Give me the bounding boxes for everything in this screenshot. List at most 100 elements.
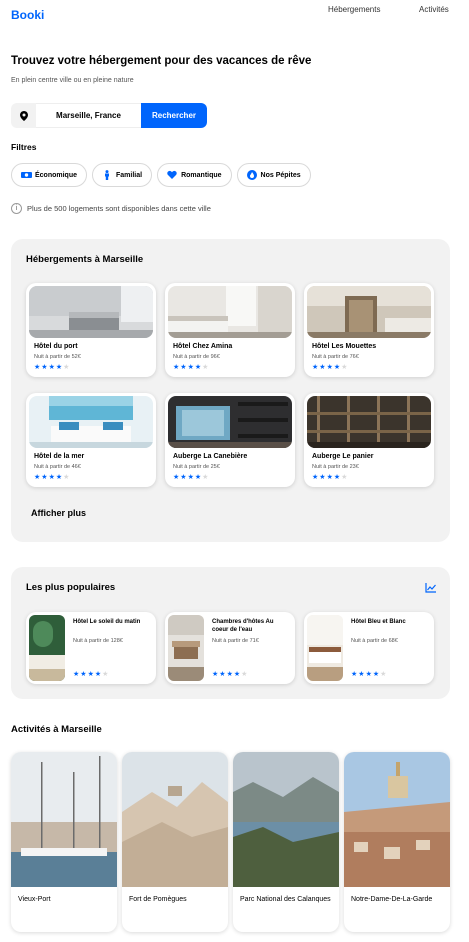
hebergement-price: Nuit à partir de 46€ xyxy=(34,464,81,470)
hebergement-name: Hôtel du port xyxy=(34,343,78,350)
logo[interactable]: Booki xyxy=(11,8,44,22)
hebergement-name: Hôtel de la mer xyxy=(34,453,85,460)
star-filled-icon: ★ xyxy=(326,364,333,371)
search-input[interactable]: Marseille, France xyxy=(36,103,141,128)
popular-photo xyxy=(307,615,343,681)
hebergements-section: Hébergements à Marseille Hôtel du port N… xyxy=(11,239,450,542)
star-filled-icon: ★ xyxy=(194,474,202,481)
trend-chart-icon xyxy=(425,583,436,593)
star-filled-icon: ★ xyxy=(180,474,187,481)
star-empty-icon: ★ xyxy=(202,474,209,481)
hebergement-photo xyxy=(29,396,153,448)
search-bar: Marseille, France Rechercher xyxy=(11,103,207,128)
hebergement-photo xyxy=(168,286,292,338)
popular-price: Nuit à partir de 68€ xyxy=(351,638,398,644)
star-filled-icon: ★ xyxy=(212,671,219,678)
availability-text: Plus de 500 logements sont disponibles d… xyxy=(27,204,211,213)
child-icon xyxy=(102,170,112,180)
filter-chip-familial[interactable]: Familial xyxy=(92,163,153,187)
activites-title: Activités à Marseille xyxy=(11,724,102,735)
filter-chip-label: Économique xyxy=(35,171,78,179)
activity-photo xyxy=(233,752,339,887)
hebergement-price: Nuit à partir de 25€ xyxy=(173,464,220,470)
star-empty-icon: ★ xyxy=(102,671,109,678)
activity-card[interactable]: Vieux-Port xyxy=(11,752,117,932)
star-empty-icon: ★ xyxy=(241,671,248,678)
filter-chip-pepites[interactable]: Nos Pépites xyxy=(236,163,311,187)
star-empty-icon: ★ xyxy=(63,364,70,371)
star-filled-icon: ★ xyxy=(34,364,41,371)
filter-chip-label: Nos Pépites xyxy=(260,171,301,179)
star-empty-icon: ★ xyxy=(341,474,348,481)
star-filled-icon: ★ xyxy=(48,364,55,371)
activity-card[interactable]: Notre-Dame-De-La-Garde xyxy=(344,752,450,932)
hebergement-name: Auberge Le panier xyxy=(312,453,374,460)
activity-name: Vieux-Port xyxy=(18,896,51,903)
activity-name: Fort de Pomègues xyxy=(129,896,187,903)
star-filled-icon: ★ xyxy=(55,364,63,371)
activity-card[interactable]: Fort de Pomègues xyxy=(122,752,228,932)
filter-chip-economique[interactable]: Économique xyxy=(11,163,88,187)
filter-chip-romantique[interactable]: Romantique xyxy=(157,163,232,187)
search-button[interactable]: Rechercher xyxy=(141,103,207,128)
star-empty-icon: ★ xyxy=(202,364,209,371)
hebergement-card[interactable]: Hôtel Les Mouettes Nuit à partir de 76€ … xyxy=(304,283,434,377)
nav-link-activites[interactable]: Activités xyxy=(419,5,449,14)
hebergement-name: Auberge La Canebière xyxy=(173,453,248,460)
star-filled-icon: ★ xyxy=(87,671,94,678)
star-filled-icon: ★ xyxy=(312,364,319,371)
popular-card[interactable]: Hôtel Bleu et Blanc Nuit à partir de 68€… xyxy=(304,612,434,684)
star-empty-icon: ★ xyxy=(341,364,348,371)
filter-chip-label: Romantique xyxy=(181,171,222,179)
popular-card[interactable]: Hôtel Le soleil du matin Nuit à partir d… xyxy=(26,612,156,684)
heart-icon xyxy=(167,170,177,180)
star-filled-icon: ★ xyxy=(187,474,194,481)
popular-price: Nuit à partir de 128€ xyxy=(73,638,123,644)
hebergement-name: Hôtel Chez Amina xyxy=(173,343,233,350)
availability-info: i Plus de 500 logements sont disponibles… xyxy=(11,203,211,214)
hebergement-price: Nuit à partir de 23€ xyxy=(312,464,359,470)
info-icon: i xyxy=(11,203,22,214)
activity-photo xyxy=(122,752,228,887)
activity-photo xyxy=(344,752,450,887)
hebergement-card[interactable]: Hôtel du port Nuit à partir de 52€ ★ ★ ★ ★ ★ xyxy=(26,283,156,377)
rating-stars: ★ ★ ★ ★ ★ xyxy=(34,364,69,371)
hebergement-name: Hôtel Les Mouettes xyxy=(312,343,377,350)
hebergement-photo xyxy=(307,286,431,338)
star-filled-icon: ★ xyxy=(233,671,241,678)
popular-name: Hôtel Le soleil du matin xyxy=(73,619,141,625)
star-filled-icon: ★ xyxy=(312,474,319,481)
star-filled-icon: ★ xyxy=(358,671,365,678)
hebergement-card[interactable]: Hôtel de la mer Nuit à partir de 46€ ★ ★ ★… xyxy=(26,393,156,487)
nav-link-hebergements[interactable]: Hébergements xyxy=(328,5,380,14)
star-filled-icon: ★ xyxy=(219,671,226,678)
star-filled-icon: ★ xyxy=(80,671,87,678)
hebergement-price: Nuit à partir de 76€ xyxy=(312,354,359,360)
star-filled-icon: ★ xyxy=(333,364,341,371)
show-more-button[interactable]: Afficher plus xyxy=(31,508,86,518)
activity-card[interactable]: Parc National des Calanques xyxy=(233,752,339,932)
hebergements-title: Hébergements à Marseille xyxy=(26,254,144,265)
hebergement-card[interactable]: Auberge Le panier Nuit à partir de 23€ ★… xyxy=(304,393,434,487)
star-filled-icon: ★ xyxy=(41,364,48,371)
popular-name: Chambres d'hôtes Au coeur de l'eau xyxy=(212,619,274,633)
popular-card[interactable]: Chambres d'hôtes Au coeur de l'eau Nuit … xyxy=(165,612,295,684)
hebergement-card[interactable]: Auberge La Canebière Nuit à partir de 25… xyxy=(165,393,295,487)
star-filled-icon: ★ xyxy=(34,474,41,481)
star-filled-icon: ★ xyxy=(194,364,202,371)
populaires-title: Les plus populaires xyxy=(26,582,116,593)
star-filled-icon: ★ xyxy=(226,671,233,678)
rating-stars: ★ ★ ★ ★ ★ xyxy=(173,364,208,371)
star-filled-icon: ★ xyxy=(319,474,326,481)
popular-name: Hôtel Bleu et Blanc xyxy=(351,619,406,625)
populaires-section: Les plus populaires Hôtel Le soleil du m… xyxy=(11,567,450,699)
star-filled-icon: ★ xyxy=(187,364,194,371)
rating-stars: ★ ★ ★ ★ ★ xyxy=(34,474,69,481)
hebergement-card[interactable]: Hôtel Chez Amina Nuit à partir de 96€ ★ ★… xyxy=(165,283,295,377)
page-subtitle: En plein centre ville ou en pleine natur… xyxy=(11,77,134,84)
star-filled-icon: ★ xyxy=(319,364,326,371)
rating-stars: ★ ★ ★ ★ ★ xyxy=(312,364,347,371)
hebergement-price: Nuit à partir de 52€ xyxy=(34,354,81,360)
filters-title: Filtres xyxy=(11,142,37,152)
hebergement-photo xyxy=(168,396,292,448)
